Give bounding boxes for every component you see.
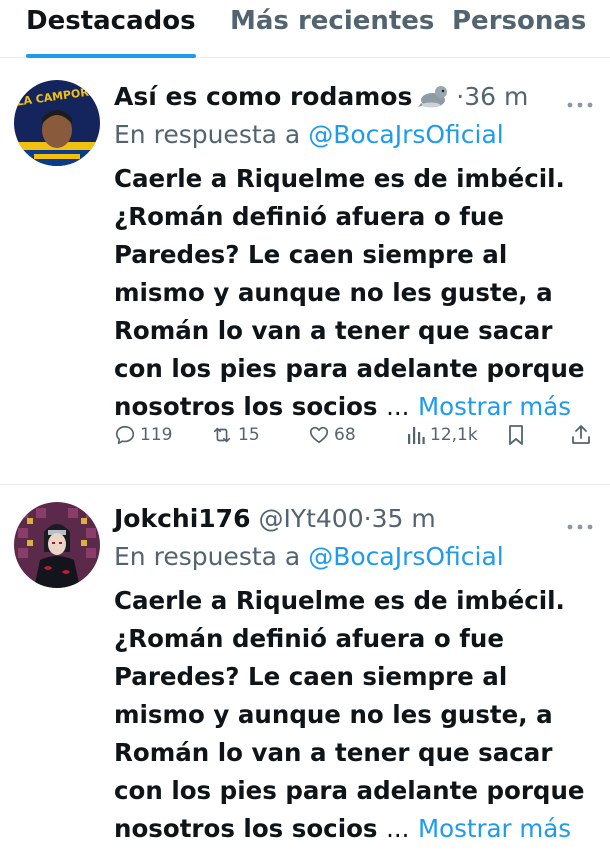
post-text-last-line: nosotros los socios ... Mostrar más (114, 388, 594, 426)
post-text: Caerle a Riquelme es de imbécil. ¿Román … (114, 160, 594, 426)
post-text-line: con los pies para adelante porque (114, 354, 585, 383)
author-name[interactable]: Así es como rodamos (114, 82, 412, 111)
show-more-link[interactable]: Mostrar más (418, 392, 571, 421)
post-text-line: Caerle a Riquelme es de imbécil. (114, 586, 565, 615)
post-actions: 119 15 68 12,1k (114, 424, 594, 452)
post[interactable]: LA CAMPORA Así es como rodamos ·36 m En … (0, 80, 610, 480)
views-button[interactable]: 12,1k (406, 424, 478, 446)
reply-icon (114, 424, 136, 446)
post-time[interactable]: 35 m (372, 504, 436, 533)
reply-prefix: En respuesta a (114, 542, 301, 571)
post-text-line: ¿Román definió afuera o fue (114, 624, 504, 653)
ellipsis: ... (386, 814, 410, 843)
tab-recent[interactable]: Más recientes (230, 6, 434, 36)
avatar[interactable] (14, 502, 100, 588)
author-handle[interactable]: @IYt400 (258, 504, 363, 533)
post-text-line: ¿Román definió afuera o fue (114, 202, 504, 231)
more-options-icon[interactable] (566, 94, 594, 113)
post-divider (0, 484, 610, 485)
heart-icon (308, 424, 330, 446)
reply-count: 119 (140, 425, 173, 445)
post-header: Así es como rodamos ·36 m (114, 80, 528, 120)
bookmark-icon (506, 424, 526, 446)
post-text-line: mismo y aunque no les guste, a (114, 278, 553, 307)
post-text-line: Paredes? Le caen siempre al (114, 662, 508, 691)
active-tab-indicator (26, 54, 196, 58)
post-text-line: Caerle a Riquelme es de imbécil. (114, 164, 565, 193)
reply-mention-link[interactable]: @BocaJrsOficial (308, 120, 504, 149)
post-text: Caerle a Riquelme es de imbécil. ¿Román … (114, 582, 594, 848)
views-count: 12,1k (430, 425, 478, 445)
post-text-line: nosotros los socios (114, 392, 378, 421)
like-count: 68 (334, 425, 356, 445)
reply-prefix: En respuesta a (114, 120, 301, 149)
reply-button[interactable]: 119 (114, 424, 172, 446)
avatar[interactable]: LA CAMPORA (14, 80, 100, 166)
post-text-last-line: nosotros los socios ... Mostrar más (114, 810, 594, 848)
repost-icon (210, 424, 234, 446)
bookmark-button[interactable] (506, 424, 526, 446)
reply-context: En respuesta a @BocaJrsOficial (114, 118, 504, 152)
post-header: Jokchi176 @IYt400·35 m (114, 502, 436, 542)
reply-context: En respuesta a @BocaJrsOficial (114, 540, 504, 574)
seal-icon (418, 83, 448, 118)
author-name[interactable]: Jokchi176 (114, 504, 250, 533)
like-button[interactable]: 68 (308, 424, 356, 446)
share-button[interactable] (570, 424, 592, 446)
post-text-line: Román lo van a tener que sacar (114, 316, 553, 345)
tab-people[interactable]: Personas (452, 6, 586, 36)
ellipsis: ... (386, 392, 410, 421)
views-chart-icon (406, 424, 426, 446)
repost-button[interactable]: 15 (210, 424, 260, 446)
post-time[interactable]: 36 m (464, 82, 528, 111)
more-options-icon[interactable] (566, 516, 594, 535)
separator-dot: · (363, 504, 372, 533)
show-more-link[interactable]: Mostrar más (418, 814, 571, 843)
search-tabs: Destacados Más recientes Personas (0, 0, 610, 58)
repost-count: 15 (238, 425, 260, 445)
post-text-line: mismo y aunque no les guste, a (114, 700, 553, 729)
post-text-line: Paredes? Le caen siempre al (114, 240, 508, 269)
post-text-line: Román lo van a tener que sacar (114, 738, 553, 767)
post-text-line: con los pies para adelante porque (114, 776, 585, 805)
share-icon (570, 424, 592, 446)
tab-featured[interactable]: Destacados (26, 6, 196, 36)
reply-mention-link[interactable]: @BocaJrsOficial (308, 542, 504, 571)
post-text-line: nosotros los socios (114, 814, 378, 843)
post[interactable]: Jokchi176 @IYt400·35 m En respuesta a @B… (0, 502, 610, 861)
